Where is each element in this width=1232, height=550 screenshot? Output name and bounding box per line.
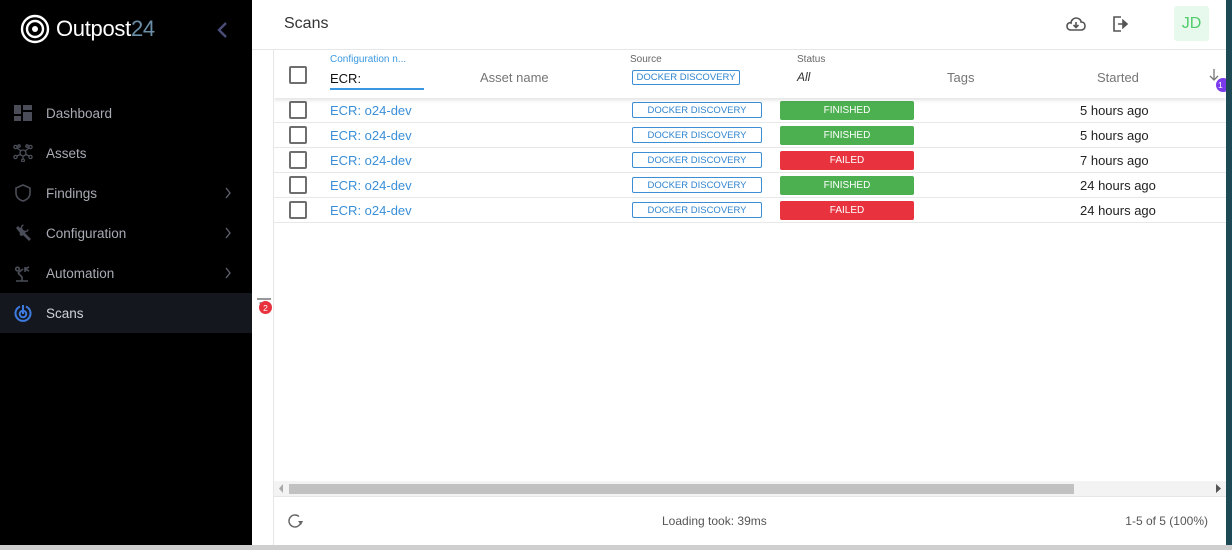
row-checkbox[interactable] [289,101,307,119]
source-filter-label: Source [630,54,662,65]
collapse-sidebar-button[interactable] [212,18,232,42]
scrollbar-thumb[interactable] [289,484,1074,494]
configuration-link[interactable]: ECR: o24-dev [330,203,412,218]
table-row[interactable]: ECR: o24-dev DOCKER DISCOVERY FINISHED 2… [274,173,1226,198]
table-row[interactable]: ECR: o24-dev DOCKER DISCOVERY FAILED 24 … [274,198,1226,223]
row-checkbox[interactable] [289,126,307,144]
started-time: 7 hours ago [1080,153,1149,168]
wrench-icon [12,222,34,244]
sidebar-item-dashboard[interactable]: Dashboard [0,93,252,133]
target-logo-icon [20,14,50,44]
sidebar-item-automation[interactable]: Automation [0,253,252,293]
configuration-filter-input[interactable] [330,68,424,90]
column-header-tags[interactable]: Tags [947,70,974,85]
table-row[interactable]: ECR: o24-dev DOCKER DISCOVERY FAILED 7 h… [274,148,1226,173]
status-badge: FINISHED [780,101,914,120]
configuration-filter-label: Configuration n... [330,54,407,65]
horizontal-scrollbar[interactable] [274,481,1226,496]
column-header-asset-name[interactable]: Asset name [480,70,549,85]
status-badge: FINISHED [780,176,914,195]
sidebar-item-label: Assets [46,145,87,161]
logo-text: Outpost24 [56,16,155,41]
sort-order-badge: 1 [1216,78,1226,92]
scroll-left-arrow-icon[interactable] [279,484,284,493]
scroll-right-arrow-icon[interactable] [1216,484,1221,493]
chevron-right-icon [225,187,231,199]
configuration-link[interactable]: ECR: o24-dev [330,178,412,193]
logo[interactable]: Outpost24 [20,14,155,44]
active-filters-badge: 2 [259,301,272,314]
source-chip: DOCKER DISCOVERY [632,102,762,118]
sidebar-item-label: Automation [46,265,115,281]
source-chip: DOCKER DISCOVERY [632,202,762,218]
sidebar-item-label: Dashboard [46,105,113,121]
sidebar: Outpost24 Dashboard Assets Findings Conf… [0,0,252,545]
app-window: Outpost24 Dashboard Assets Findings Conf… [0,0,1226,545]
shield-icon [12,182,34,204]
logout-button[interactable] [1110,13,1132,35]
radar-icon [12,302,34,324]
configuration-link[interactable]: ECR: o24-dev [330,128,412,143]
started-time: 24 hours ago [1080,178,1156,193]
table-header: Configuration n... Asset name Source DOC… [274,50,1226,98]
row-checkbox[interactable] [289,151,307,169]
source-chip: DOCKER DISCOVERY [632,177,762,193]
sidebar-nav: Dashboard Assets Findings Configuration … [0,93,252,333]
table-body: ECR: o24-dev DOCKER DISCOVERY FINISHED 5… [274,98,1226,223]
background-window-strip [0,545,1232,550]
sidebar-item-findings[interactable]: Findings [0,173,252,213]
source-chip: DOCKER DISCOVERY [632,152,762,168]
network-icon [12,142,34,164]
sidebar-item-label: Scans [46,305,84,321]
logout-icon [1113,16,1129,32]
status-filter-value[interactable]: All [797,70,810,84]
source-filter-chip[interactable]: DOCKER DISCOVERY [632,70,740,85]
table-footer: Loading took: 39ms 1-5 of 5 (100%) [274,496,1226,545]
source-chip: DOCKER DISCOVERY [632,127,762,143]
robot-arm-icon [12,262,34,284]
user-avatar[interactable]: JD [1174,6,1209,41]
sidebar-item-label: Configuration [46,225,127,241]
row-checkbox[interactable] [289,201,307,219]
row-checkbox[interactable] [289,176,307,194]
cloud-download-icon [1066,17,1086,31]
started-time: 24 hours ago [1080,203,1156,218]
sidebar-item-label: Findings [46,185,98,201]
chevron-left-icon [217,22,227,38]
filter-panel-toggle[interactable]: 2 [252,50,274,545]
cloud-download-button[interactable] [1065,13,1087,35]
column-header-started[interactable]: Started [1097,70,1139,85]
status-badge: FAILED [780,201,914,220]
started-time: 5 hours ago [1080,128,1149,143]
refresh-icon[interactable] [287,513,303,529]
sidebar-item-configuration[interactable]: Configuration [0,213,252,253]
chevron-right-icon [225,227,231,239]
started-time: 5 hours ago [1080,103,1149,118]
sidebar-item-assets[interactable]: Assets [0,133,252,173]
table-row[interactable]: ECR: o24-dev DOCKER DISCOVERY FINISHED 5… [274,123,1226,148]
table-row[interactable]: ECR: o24-dev DOCKER DISCOVERY FINISHED 5… [274,98,1226,123]
configuration-link[interactable]: ECR: o24-dev [330,103,412,118]
sidebar-item-scans[interactable]: Scans [0,293,252,333]
loading-time: Loading took: 39ms [662,514,767,528]
status-badge: FINISHED [780,126,914,145]
configuration-link[interactable]: ECR: o24-dev [330,153,412,168]
dashboard-icon [12,102,34,124]
scans-table: Configuration n... Asset name Source DOC… [274,50,1226,496]
top-bar: Scans JD [252,0,1226,50]
chevron-right-icon [225,267,231,279]
status-filter-label: Status [797,54,826,65]
page-title: Scans [284,15,329,32]
status-badge: FAILED [780,151,914,170]
select-all-checkbox[interactable] [289,66,307,84]
row-count: 1-5 of 5 (100%) [1125,514,1208,528]
